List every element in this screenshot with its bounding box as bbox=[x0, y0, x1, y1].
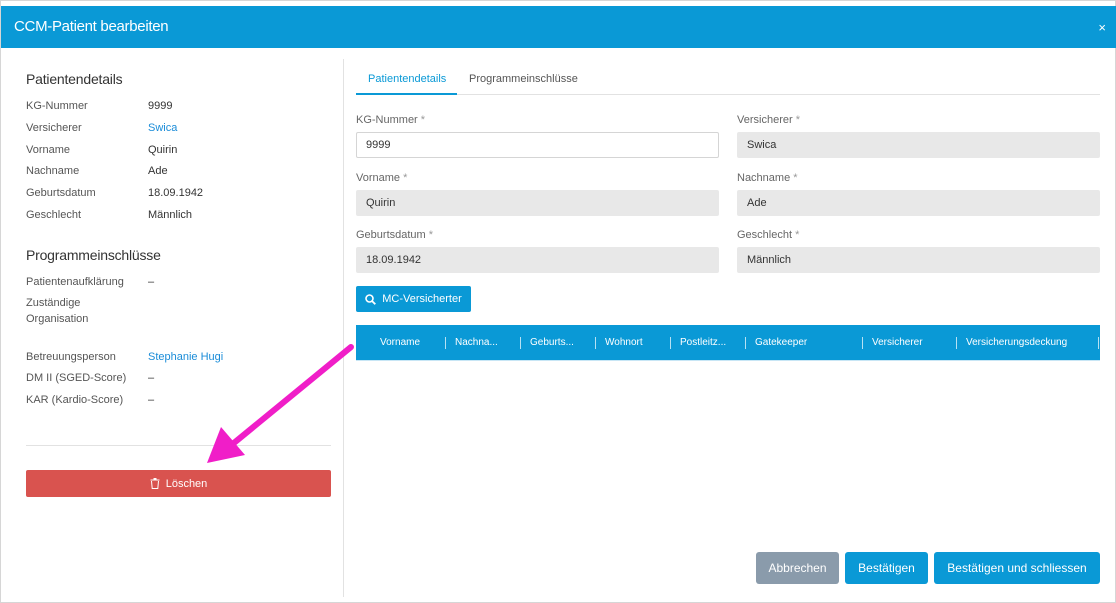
label-geburtsdatum: Geburtsdatum * bbox=[356, 229, 434, 241]
column-header-postleitzahl[interactable]: Postleitz... bbox=[680, 337, 726, 348]
label-kg-nummer: KG-Nummer * bbox=[356, 114, 426, 126]
summary-value-geburtsdatum: 18.09.1942 bbox=[148, 187, 204, 199]
summary-value-patientenaufklaerung: – bbox=[148, 276, 155, 288]
summary-label-organisation: Organisation bbox=[26, 313, 89, 325]
summary-label-kg-nummer: KG-Nummer bbox=[26, 100, 88, 112]
modal-title: CCM-Patient bearbeiten bbox=[14, 18, 169, 35]
label-vorname: Vorname * bbox=[356, 172, 408, 184]
kg-nummer-input[interactable] bbox=[356, 132, 719, 158]
summary-label-nachname: Nachname bbox=[26, 165, 80, 177]
summary-label-zustaendige: Zuständige bbox=[26, 297, 81, 309]
modal-header: CCM-Patient bearbeiten × bbox=[1, 6, 1116, 48]
summary-label-vorname: Vorname bbox=[26, 144, 71, 156]
geburtsdatum-field: 18.09.1942 bbox=[356, 247, 719, 273]
mc-versicherter-label: MC-Versicherter bbox=[382, 293, 462, 305]
summary-value-kg-nummer: 9999 bbox=[148, 100, 173, 112]
column-separator[interactable] bbox=[745, 337, 746, 349]
cancel-button[interactable]: Abbrechen bbox=[756, 552, 839, 584]
close-icon[interactable]: × bbox=[1098, 20, 1106, 35]
summary-value-dm2: – bbox=[148, 372, 155, 384]
summary-value-versicherer-link[interactable]: Swica bbox=[148, 120, 177, 136]
summary-label-patientenaufklaerung: Patientenaufklärung bbox=[26, 276, 124, 288]
summary-value-nachname: Ade bbox=[148, 165, 168, 177]
summary-label-geschlecht: Geschlecht bbox=[26, 209, 82, 221]
label-nachname: Nachname * bbox=[737, 172, 798, 184]
active-tab-indicator bbox=[356, 93, 457, 95]
label-versicherer: Versicherer * bbox=[737, 114, 800, 126]
column-separator[interactable] bbox=[670, 337, 671, 349]
column-header-gatekeeper[interactable]: Gatekeeper bbox=[755, 337, 807, 348]
column-separator[interactable] bbox=[445, 337, 446, 349]
column-header-vorname[interactable]: Vorname bbox=[380, 337, 420, 348]
delete-button-label: Löschen bbox=[165, 477, 208, 490]
confirm-and-close-button[interactable]: Bestätigen und schliessen bbox=[934, 552, 1100, 584]
tab-programmeinschluesse[interactable]: Programmeinschlüsse bbox=[469, 73, 578, 85]
summary-label-geburtsdatum: Geburtsdatum bbox=[26, 187, 96, 199]
column-header-geburtsdatum[interactable]: Geburts... bbox=[530, 337, 574, 348]
column-separator[interactable] bbox=[862, 337, 863, 349]
summary-value-vorname: Quirin bbox=[148, 144, 178, 156]
column-header-nachname[interactable]: Nachna... bbox=[455, 337, 498, 348]
insurance-grid-header: Vorname Nachna... Geburts... Wohnort Pos… bbox=[356, 325, 1100, 361]
delete-button[interactable]: Löschen bbox=[26, 470, 331, 497]
column-separator[interactable] bbox=[595, 337, 596, 349]
summary-label-betreuungsperson: Betreuungsperson bbox=[26, 351, 116, 363]
nachname-field: Ade bbox=[737, 190, 1100, 216]
label-geschlecht: Geschlecht * bbox=[737, 229, 800, 241]
summary-value-geschlecht: Männlich bbox=[148, 209, 193, 221]
column-separator[interactable] bbox=[956, 337, 957, 349]
column-separator[interactable] bbox=[1098, 337, 1099, 349]
summary-label-kar: KAR (Kardio-Score) bbox=[26, 394, 124, 406]
edit-patient-modal: CCM-Patient bearbeiten × Patientendetail… bbox=[0, 0, 1116, 603]
summary-label-versicherer: Versicherer bbox=[26, 122, 82, 134]
mc-versicherter-button[interactable]: MC-Versicherter bbox=[356, 286, 471, 312]
tab-bar: Patientendetails Programmeinschlüsse bbox=[356, 63, 1100, 95]
summary-value-kar: – bbox=[148, 394, 155, 406]
trash-icon bbox=[150, 478, 160, 489]
column-header-versicherer[interactable]: Versicherer bbox=[872, 337, 923, 348]
column-header-versicherungsdeckung[interactable]: Versicherungsdeckung bbox=[966, 337, 1067, 348]
vorname-field: Quirin bbox=[356, 190, 719, 216]
column-separator[interactable] bbox=[520, 337, 521, 349]
program-inclusions-heading: Programmeinschlüsse bbox=[26, 247, 161, 263]
versicherer-field: Swica bbox=[737, 132, 1100, 158]
geschlecht-field: Männlich bbox=[737, 247, 1100, 273]
tab-patientendetails[interactable]: Patientendetails bbox=[368, 73, 446, 85]
annotation-arrow-icon bbox=[207, 344, 354, 463]
summary-label-dm2: DM II (SGED-Score) bbox=[26, 372, 127, 384]
search-icon bbox=[365, 293, 377, 305]
confirm-button[interactable]: Bestätigen bbox=[845, 552, 928, 584]
panel-divider bbox=[343, 59, 344, 597]
column-header-wohnort[interactable]: Wohnort bbox=[605, 337, 643, 348]
patient-details-heading: Patientendetails bbox=[26, 71, 123, 87]
